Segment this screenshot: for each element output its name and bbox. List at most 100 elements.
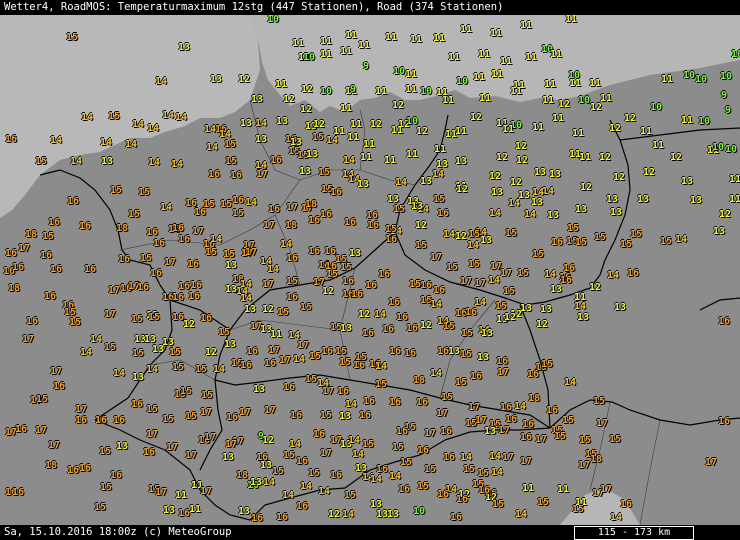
station-temperature: 17: [596, 418, 609, 429]
station-temperature: 17: [22, 334, 35, 345]
station-temperature: 12: [470, 112, 483, 123]
station-temperature: 11: [532, 122, 545, 133]
station-temperature: 13: [251, 94, 264, 105]
station-temperature: 16: [563, 263, 576, 274]
station-temperature: 10: [420, 86, 433, 97]
station-temperature: 15: [110, 185, 123, 196]
station-temperature: 17: [108, 285, 121, 296]
station-temperature: 13: [549, 169, 562, 180]
station-temperature: 15: [468, 259, 481, 270]
station-temperature: 15: [128, 209, 141, 220]
station-temperature: 15: [286, 276, 299, 287]
station-temperature: 16: [143, 447, 156, 458]
station-temperature: 17: [322, 386, 335, 397]
station-temperature: 13: [577, 312, 590, 323]
station-temperature: 18: [116, 223, 129, 234]
station-temperature: 16: [396, 426, 409, 437]
station-temperature: 13: [481, 328, 494, 339]
station-temperature: 15: [169, 347, 182, 358]
station-temperature: 17: [204, 432, 217, 443]
station-temperature: 15: [300, 302, 313, 313]
station-temperature: 15: [392, 442, 405, 453]
station-temperature: 14: [289, 439, 302, 450]
station-temperature: 15: [148, 312, 161, 323]
station-temperature: 17: [279, 355, 292, 366]
station-temperature: 15: [579, 435, 592, 446]
station-temperature: 16: [420, 280, 433, 291]
station-temperature: 15: [660, 236, 673, 247]
station-temperature: 17: [600, 484, 613, 495]
station-temperature: 14: [430, 299, 443, 310]
station-temperature: 11: [350, 119, 363, 130]
station-temperature: 16: [344, 217, 357, 228]
station-temperature: 16: [359, 410, 372, 421]
station-temperature: 11: [542, 95, 555, 106]
station-temperature: 16: [290, 410, 303, 421]
station-temperature: 15: [620, 239, 633, 250]
station-temperature: 16: [627, 268, 640, 279]
station-temperature: 16: [363, 396, 376, 407]
station-temperature: 12: [262, 304, 275, 315]
station-temperature: 12: [599, 152, 612, 163]
station-temperature: 13: [225, 260, 238, 271]
station-temperature: 15: [554, 431, 567, 442]
station-temperature: 17: [200, 407, 213, 418]
station-temperature: 9: [350, 84, 357, 95]
station-temperature: 16: [385, 234, 398, 245]
station-temperature: 12: [590, 102, 603, 113]
station-temperature: 11: [600, 93, 613, 104]
station-temperature: 16: [118, 254, 131, 265]
station-temperature: 17: [264, 405, 277, 416]
station-temperature: 11: [347, 132, 360, 143]
station-temperature: 12: [313, 119, 326, 130]
station-temperature: 16: [153, 238, 166, 249]
station-temperature: 14: [345, 399, 358, 410]
station-temperature: 14: [245, 197, 258, 208]
station-temperature: 13: [276, 116, 289, 127]
station-temperature: 10: [578, 95, 591, 106]
station-temperature: 13: [637, 194, 650, 205]
station-temperature: 15: [272, 466, 285, 477]
station-temperature: 10: [725, 144, 738, 155]
station-temperature: 14: [70, 156, 83, 167]
station-temperature: 14: [343, 155, 356, 166]
station-temperature: 15: [433, 194, 446, 205]
station-temperature: 13: [540, 304, 553, 315]
station-temperature: 16: [478, 485, 491, 496]
station-temperature: 10: [720, 71, 733, 82]
station-temperature: 11: [557, 484, 570, 495]
station-temperature: 16: [40, 250, 53, 261]
station-temperature: 15: [220, 199, 233, 210]
station-temperature: 12: [515, 141, 528, 152]
station-temperature: 13: [610, 207, 623, 218]
station-temperature: 11: [270, 329, 283, 340]
station-temperature: 16: [187, 259, 200, 270]
station-temperature: 14: [395, 177, 408, 188]
station-temperature: 15: [42, 231, 55, 242]
station-temperature: 17: [185, 450, 198, 461]
station-temperature: 16: [396, 312, 409, 323]
station-temperature: 16: [308, 215, 321, 226]
station-temperature: 11: [460, 24, 473, 35]
station-temperature: 12: [262, 435, 275, 446]
station-temperature: 14: [240, 293, 253, 304]
station-temperature: 16: [110, 470, 123, 481]
station-temperature: 16: [296, 456, 309, 467]
station-temperature: 16: [313, 429, 326, 440]
station-temperature: 17: [502, 452, 515, 463]
station-temperature: 16: [200, 313, 213, 324]
station-temperature: 15: [424, 464, 437, 475]
weather-map[interactable]: 1015131111111111111111111110101110111111…: [0, 15, 740, 525]
station-temperature: 15: [225, 156, 238, 167]
station-temperature: 17: [705, 457, 718, 468]
station-temperature: 14: [81, 112, 94, 123]
station-temperature: 16: [450, 512, 463, 523]
station-temperature: 16: [527, 369, 540, 380]
station-temperature: 13: [547, 210, 560, 221]
station-temperature: 16: [226, 412, 239, 423]
station-temperature: 13: [224, 339, 237, 350]
station-temperature: 14: [125, 139, 138, 150]
station-temperature: 15: [461, 328, 474, 339]
station-temperature: 16: [5, 248, 18, 259]
station-temperature: 17: [498, 425, 511, 436]
